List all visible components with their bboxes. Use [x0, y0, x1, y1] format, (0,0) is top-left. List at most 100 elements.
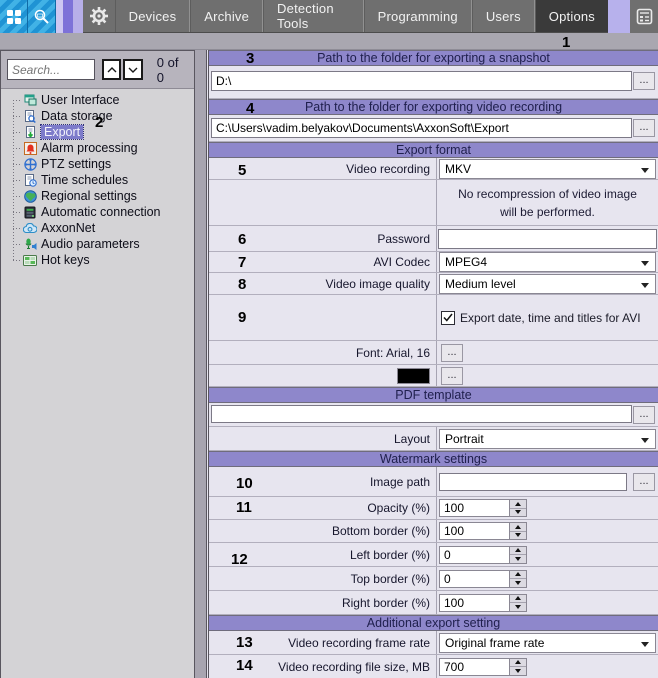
annotation-12: 12 [231, 551, 248, 568]
video-quality-row: Video image quality Medium level [209, 273, 658, 295]
frame-rate-select[interactable]: Original frame rate [439, 633, 656, 653]
spinner-up-button[interactable] [510, 547, 526, 556]
left-border-spinner[interactable]: 0 [439, 546, 527, 564]
annotation-1: 1 [562, 34, 570, 51]
export-titles-row: Export date, time and titles for AVI [209, 295, 658, 341]
video-recording-format-select[interactable]: MKV [439, 159, 656, 179]
font-color-button[interactable]: ... [441, 367, 463, 385]
settings-sidebar: 0 of 0 User Interface Data storage Expor… [0, 50, 195, 678]
globe-icon [23, 190, 37, 203]
right-border-spinner[interactable]: 100 [439, 594, 527, 612]
settings-gear-button[interactable] [83, 0, 115, 32]
video-path-header: Path to the folder for exporting video r… [209, 99, 658, 115]
snapshot-browse-button[interactable]: ... [633, 72, 655, 90]
sidebar-item-audio-parameters[interactable]: Audio parameters [1, 236, 194, 252]
annotation-9: 9 [238, 309, 246, 326]
annotation-2: 2 [95, 114, 103, 131]
video-path-input[interactable] [211, 118, 632, 138]
layout-row: Layout Portrait [209, 427, 658, 451]
sidebar-item-time-schedules[interactable]: Time schedules [1, 172, 194, 188]
annotation-6: 6 [238, 231, 246, 248]
image-path-input[interactable] [439, 473, 627, 491]
watermark-header: Watermark settings [209, 451, 658, 467]
pdf-template-input[interactable] [211, 405, 632, 423]
layout-grid-button[interactable] [0, 0, 28, 33]
hotkeys-icon [23, 254, 37, 267]
search-next-button[interactable] [123, 59, 142, 80]
tab-devices[interactable]: Devices [115, 0, 191, 32]
video-path-row: ... [209, 115, 658, 142]
tab-programming[interactable]: Programming [364, 0, 472, 32]
spinner-up-button[interactable] [510, 571, 526, 580]
spinner-down-button[interactable] [510, 603, 526, 611]
search-input[interactable] [7, 59, 95, 80]
spinner-up-button[interactable] [510, 500, 526, 509]
spinner-up-button[interactable] [510, 595, 526, 604]
spinner-up-button[interactable] [510, 659, 526, 668]
sidebar-search-bar: 0 of 0 [1, 51, 194, 89]
spinner-down-button[interactable] [510, 667, 526, 675]
snapshot-path-input[interactable] [211, 71, 632, 91]
sidebar-item-alarm-processing[interactable]: Alarm processing [1, 140, 194, 156]
avi-codec-row: AVI Codec MPEG4 [209, 252, 658, 273]
log-panel-button[interactable] [630, 0, 658, 33]
annotation-8: 8 [238, 276, 246, 293]
video-image-quality-select[interactable]: Medium level [439, 274, 656, 294]
grid-icon [6, 9, 22, 25]
sidebar-item-user-interface[interactable]: User Interface [1, 92, 194, 108]
image-path-browse-button[interactable]: ... [633, 473, 655, 491]
sidebar-splitter[interactable] [195, 50, 207, 678]
font-settings-button[interactable]: ... [441, 344, 463, 362]
tab-detection-tools[interactable]: Detection Tools [263, 0, 364, 32]
file-size-spinner[interactable]: 700 [439, 658, 527, 676]
spinner-down-button[interactable] [510, 555, 526, 563]
opacity-spinner[interactable]: 100 [439, 499, 527, 517]
sidebar-item-regional-settings[interactable]: Regional settings [1, 188, 194, 204]
frame-rate-row: Video recording frame rate Original fram… [209, 631, 658, 655]
sidebar-item-axxonnet[interactable]: AxxonNet [1, 220, 194, 236]
pdf-template-browse-button[interactable]: ... [633, 406, 655, 424]
search-panel-button[interactable] [28, 0, 56, 33]
avi-codec-select[interactable]: MPEG4 [439, 252, 656, 272]
sidebar-item-ptz-settings[interactable]: PTZ settings [1, 156, 194, 172]
bottom-border-spinner[interactable]: 100 [439, 522, 527, 540]
tab-options[interactable]: Options [535, 0, 608, 32]
app-window: Devices Archive Detection Tools Programm… [0, 0, 658, 678]
video-browse-button[interactable]: ... [633, 119, 655, 137]
search-prev-button[interactable] [102, 59, 121, 80]
image-path-row: Image path ... [209, 467, 658, 497]
chevron-down-icon [128, 67, 138, 73]
layout-select[interactable]: Portrait [439, 429, 656, 449]
video-recording-row: Video recording MKV [209, 158, 658, 180]
bottom-border-row: Bottom border (%) 100 [209, 520, 658, 543]
pdf-template-header: PDF template [209, 387, 658, 403]
time-schedules-icon [23, 174, 37, 187]
export-titles-label: Export date, time and titles for AVI [460, 311, 641, 325]
annotation-13: 13 [236, 634, 253, 651]
toolbar-end-stripe [608, 0, 630, 33]
snapshot-path-header: Path to the folder for exporting a snaps… [209, 50, 658, 66]
top-border-row: Top border (%) 0 [209, 567, 658, 591]
checkmark-icon [443, 313, 453, 322]
password-input[interactable] [438, 229, 657, 249]
dropdown-arrow-icon [641, 283, 649, 288]
tab-archive[interactable]: Archive [190, 0, 263, 32]
spinner-down-button[interactable] [510, 532, 526, 540]
annotation-14: 14 [236, 657, 253, 674]
export-titles-checkbox[interactable] [441, 311, 455, 325]
no-recompression-note: No recompression of video image will be … [437, 185, 658, 221]
main-menu-bar: Devices Archive Detection Tools Programm… [83, 0, 608, 32]
spinner-up-button[interactable] [510, 523, 526, 532]
window-icon [23, 94, 37, 107]
sidebar-item-automatic-connection[interactable]: Automatic connection [1, 204, 194, 220]
spinner-down-button[interactable] [510, 579, 526, 587]
tab-users[interactable]: Users [472, 0, 535, 32]
spinner-down-button[interactable] [510, 509, 526, 517]
right-border-row: Right border (%) 100 [209, 591, 658, 615]
export-icon [23, 126, 37, 139]
sidebar-item-hot-keys[interactable]: Hot keys [1, 252, 194, 268]
pdf-template-row: ... [209, 403, 658, 427]
data-storage-icon [23, 110, 37, 123]
cloud-icon [23, 222, 37, 235]
top-border-spinner[interactable]: 0 [439, 570, 527, 588]
